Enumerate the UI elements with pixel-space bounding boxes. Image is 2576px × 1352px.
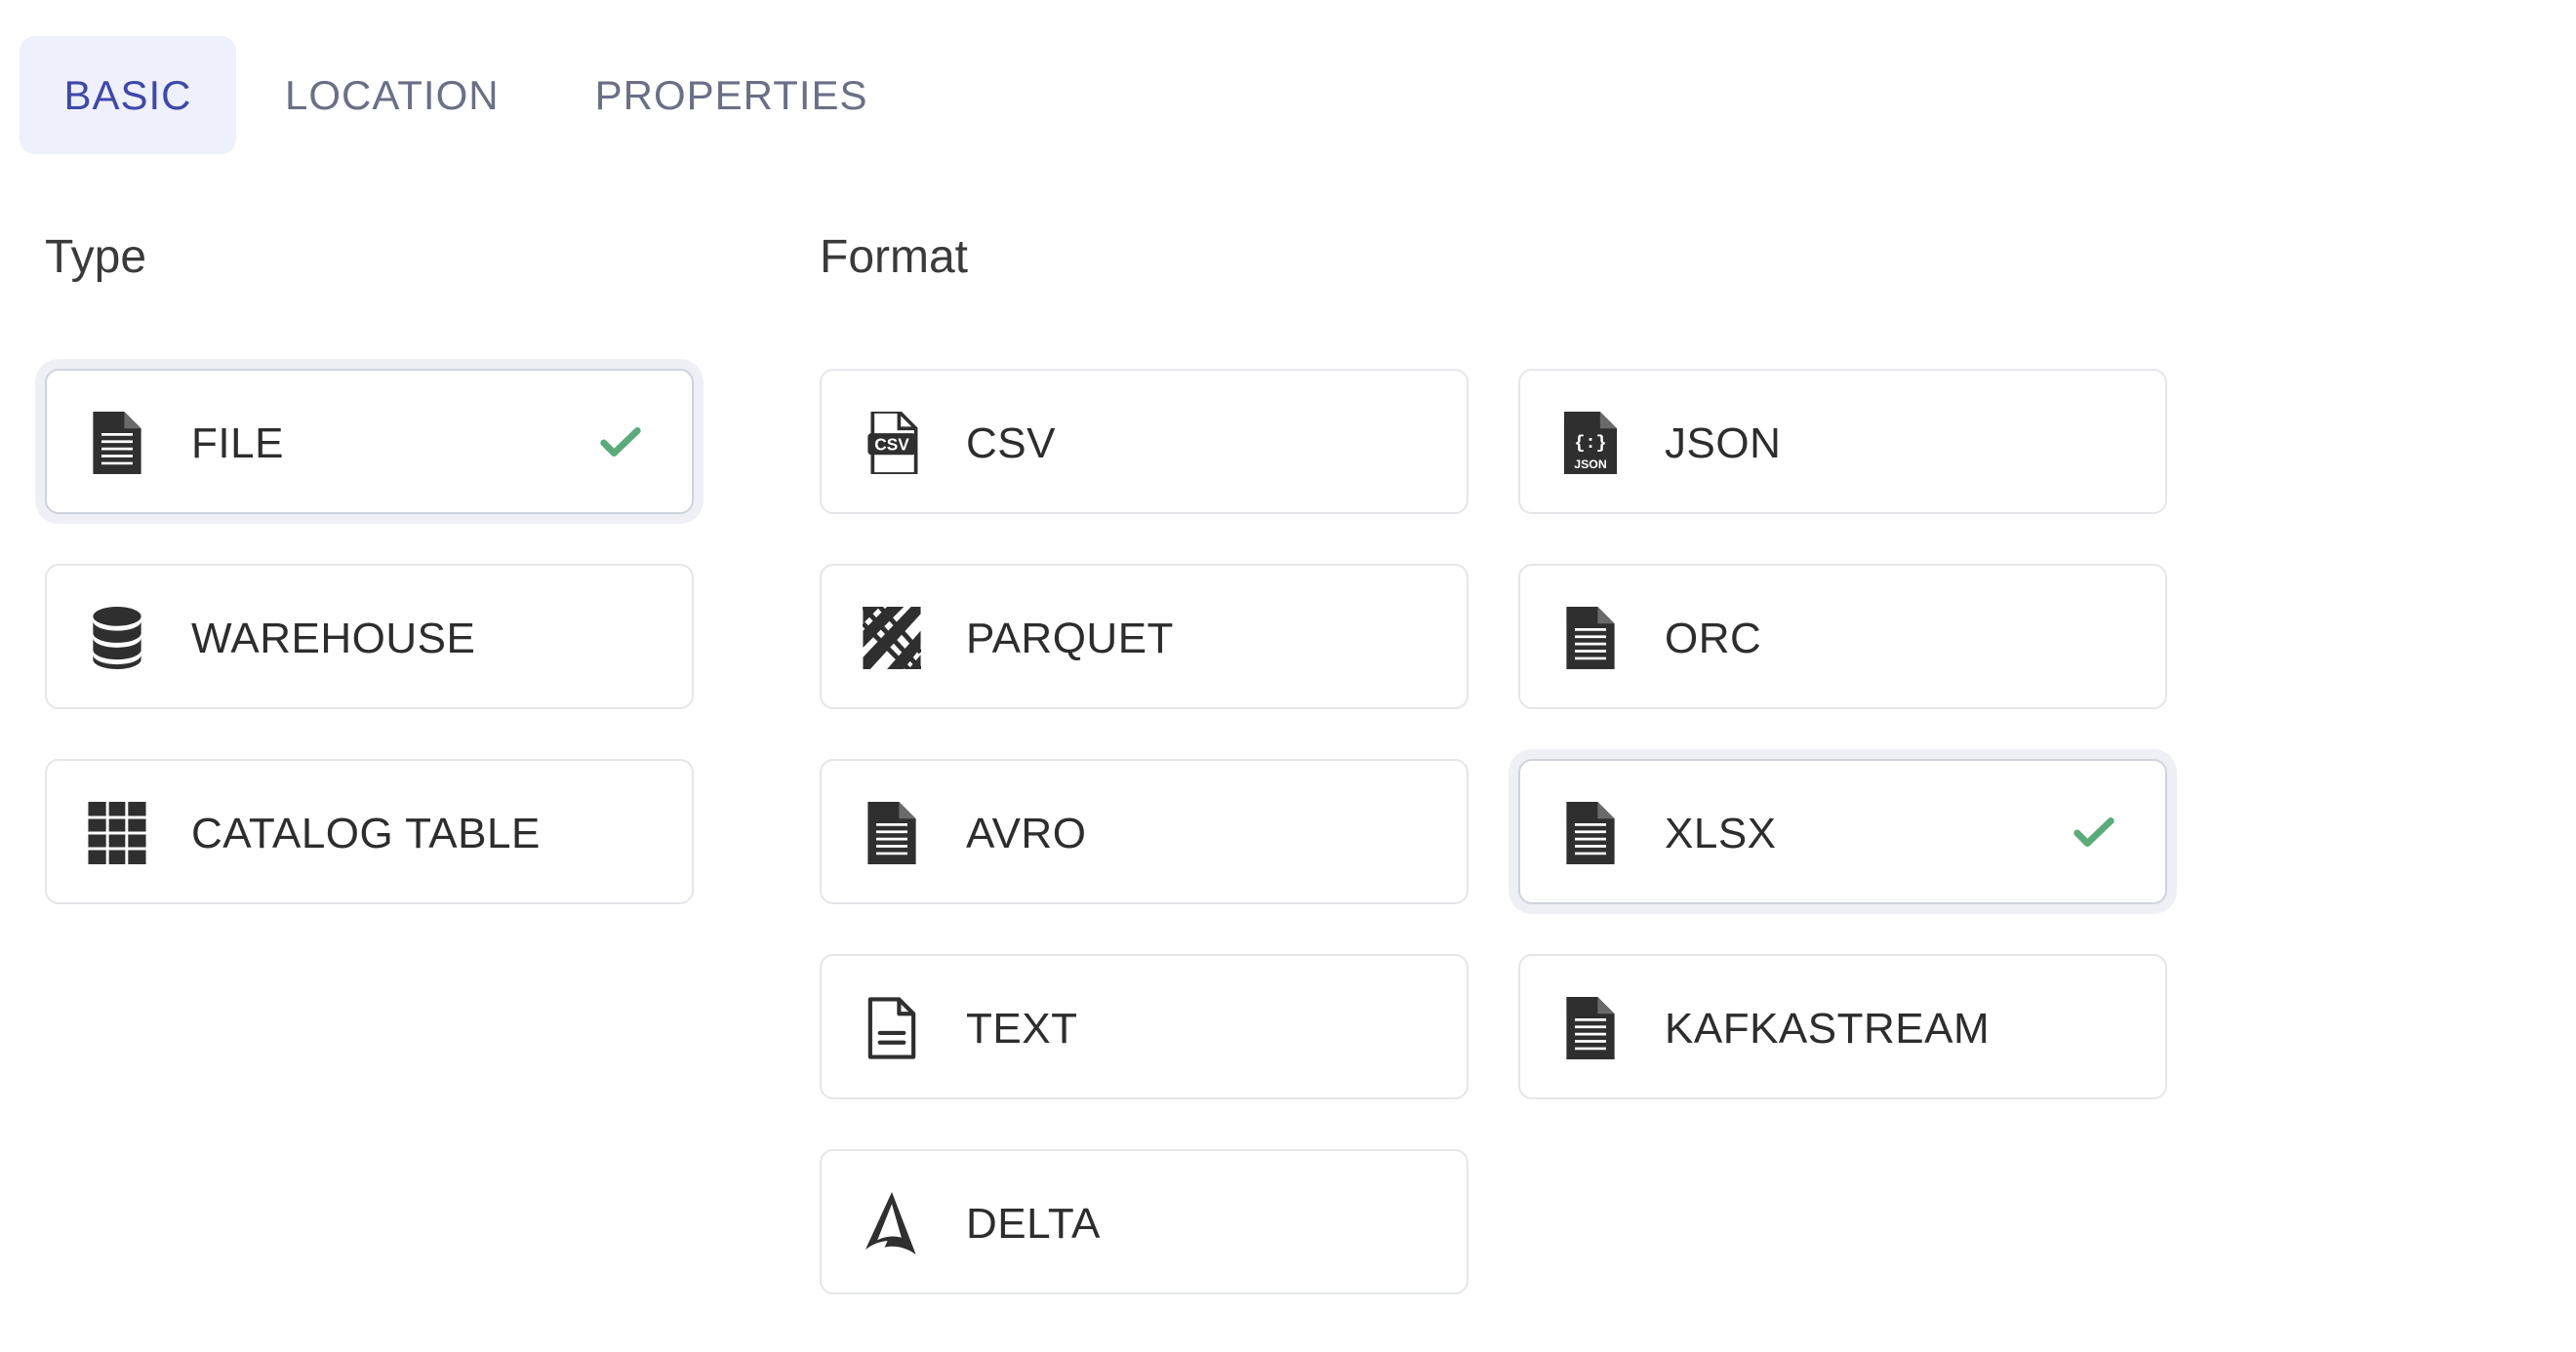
format-option-label: CSV: [966, 418, 1056, 467]
format-option-orc[interactable]: ORC: [1518, 564, 2167, 709]
format-option-delta[interactable]: DELTA: [820, 1149, 1469, 1294]
svg-text:CSV: CSV: [874, 434, 909, 454]
table-grid-icon: [86, 802, 148, 864]
type-option-label: FILE: [191, 418, 284, 467]
format-section-title: Format: [820, 231, 969, 283]
format-option-kafkastream[interactable]: KAFKASTREAM: [1518, 954, 2167, 1099]
format-option-label: ORC: [1665, 614, 1762, 662]
format-option-parquet[interactable]: PARQUET: [820, 564, 1469, 709]
database-icon: [86, 607, 148, 669]
file-lines-icon: [1559, 997, 1622, 1059]
format-option-json[interactable]: {:} JSON JSON: [1518, 369, 2167, 514]
svg-text:JSON: JSON: [1574, 457, 1607, 471]
file-lines-icon: [86, 412, 148, 474]
tab-bar: BASIC LOCATION PROPERTIES: [20, 36, 917, 154]
type-option-label: CATALOG TABLE: [191, 809, 541, 857]
check-icon: [2073, 817, 2114, 847]
type-option-warehouse[interactable]: WAREHOUSE: [45, 564, 694, 709]
tab-location[interactable]: LOCATION: [236, 36, 546, 154]
format-option-label: PARQUET: [966, 614, 1174, 662]
csv-file-icon: CSV: [861, 412, 923, 474]
dataset-form: BASIC LOCATION PROPERTIES Type Format FI…: [0, 0, 2576, 1352]
tab-properties[interactable]: PROPERTIES: [546, 36, 917, 154]
type-option-catalog-table[interactable]: CATALOG TABLE: [45, 759, 694, 904]
format-option-xlsx[interactable]: XLSX: [1518, 759, 2167, 904]
parquet-icon: [861, 607, 923, 669]
json-file-icon: {:} JSON: [1559, 412, 1622, 474]
format-option-csv[interactable]: CSV CSV: [820, 369, 1469, 514]
delta-icon: [861, 1192, 923, 1254]
format-option-text[interactable]: TEXT: [820, 954, 1469, 1099]
format-option-label: DELTA: [966, 1199, 1101, 1248]
file-text-outline-icon: [861, 997, 923, 1059]
file-lines-icon: [1559, 607, 1622, 669]
type-section-title: Type: [45, 231, 147, 283]
format-option-label: TEXT: [966, 1004, 1078, 1053]
format-option-label: KAFKASTREAM: [1665, 1004, 1991, 1053]
type-option-file[interactable]: FILE: [45, 369, 694, 514]
file-lines-icon: [1559, 802, 1622, 864]
format-option-avro[interactable]: AVRO: [820, 759, 1469, 904]
format-option-label: AVRO: [966, 809, 1087, 857]
format-option-label: JSON: [1665, 418, 1782, 467]
check-icon: [600, 427, 641, 457]
file-lines-icon: [861, 802, 923, 864]
svg-text:{:}: {:}: [1574, 433, 1606, 454]
format-option-label: XLSX: [1665, 809, 1777, 857]
tab-basic[interactable]: BASIC: [20, 36, 236, 154]
type-option-label: WAREHOUSE: [191, 614, 476, 662]
